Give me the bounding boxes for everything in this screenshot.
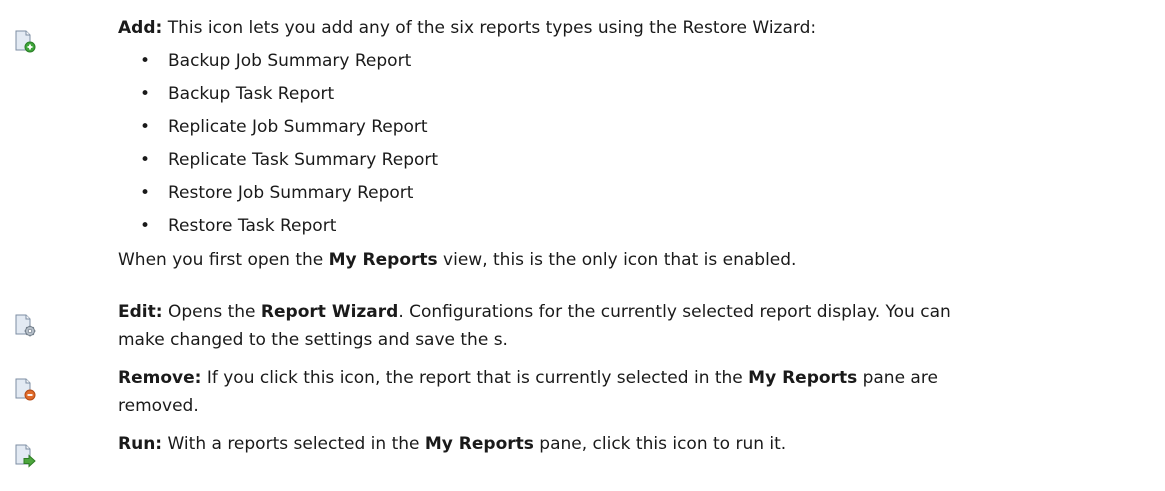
add-text: This icon lets you add any of the six re…: [162, 18, 817, 38]
my-reports-ref: My Reports: [424, 434, 534, 454]
report-type-list: Backup Job Summary Report Backup Task Re…: [118, 45, 1161, 243]
report-wizard-ref: Report Wizard: [260, 302, 399, 322]
list-item: Restore Task Report: [118, 210, 1161, 243]
list-item: Backup Job Summary Report: [118, 45, 1161, 78]
remove-term: Remove:: [118, 368, 202, 388]
add-note: When you first open the My Reports view,…: [118, 250, 797, 270]
edit-description: Edit: Opens the Report Wizard. Configura…: [118, 302, 951, 322]
my-reports-ref: My Reports: [748, 368, 858, 388]
run-term: Run:: [118, 434, 163, 454]
run-description: Run: With a reports selected in the My R…: [118, 434, 787, 454]
list-item: Restore Job Summary Report: [118, 177, 1161, 210]
edit-report-icon[interactable]: [12, 312, 38, 338]
remove-report-icon[interactable]: [12, 376, 38, 402]
my-reports-ref: My Reports: [328, 250, 438, 270]
add-term: Add:: [118, 18, 163, 38]
add-report-icon[interactable]: [12, 28, 38, 54]
remove-description: Remove: If you click this icon, the repo…: [118, 368, 938, 388]
list-item: Replicate Job Summary Report: [118, 111, 1161, 144]
list-item: Backup Task Report: [118, 78, 1161, 111]
remove-description-cont: removed.: [118, 396, 199, 416]
list-item: Replicate Task Summary Report: [118, 144, 1161, 177]
add-description: Add: This icon lets you add any of the s…: [118, 14, 1161, 42]
edit-description-cont: make changed to the settings and save th…: [118, 330, 508, 350]
edit-term: Edit:: [118, 302, 163, 322]
run-report-icon[interactable]: [12, 442, 38, 468]
